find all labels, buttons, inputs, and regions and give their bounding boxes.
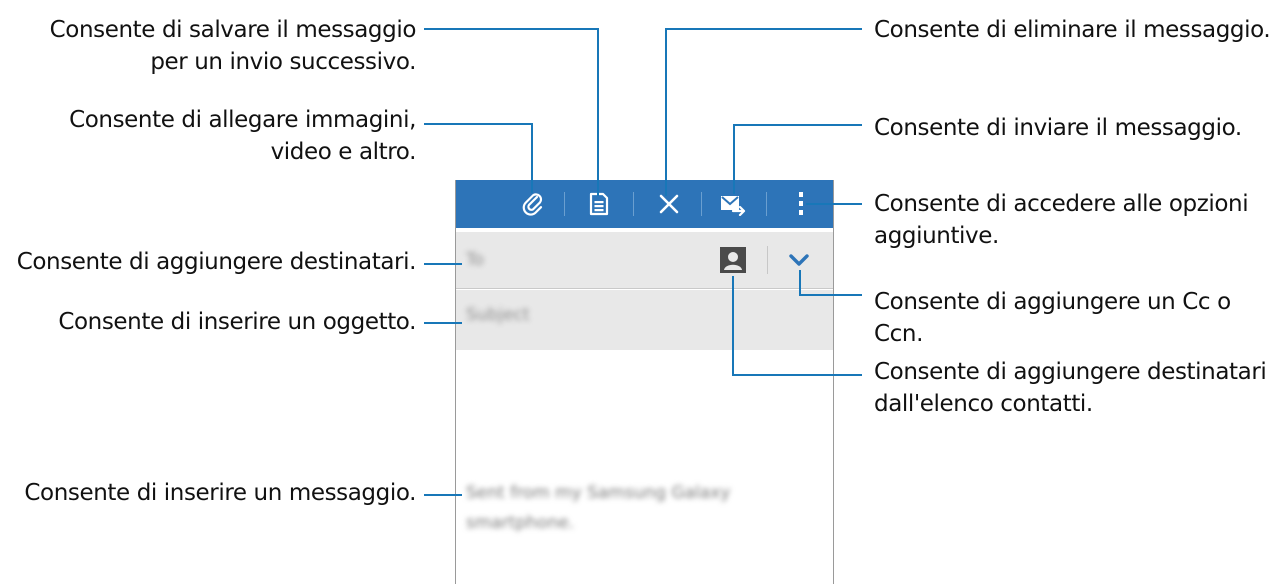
callout-options: Consente di accedere alle opzioni aggiun… [874, 188, 1249, 252]
subject-field-placeholder: Subject [466, 305, 530, 325]
email-compose-screen: To Subject Sent from my Samsung Galaxy s… [455, 180, 834, 584]
send-mail-icon [721, 196, 746, 216]
close-icon [659, 194, 679, 214]
leader-line-options [806, 203, 862, 205]
leader-line-contacts [732, 276, 734, 376]
callout-cc-line-1: Consente di aggiungere un Cc o [874, 289, 1231, 315]
leader-line-subject [424, 322, 462, 324]
action-bar-divider [564, 192, 565, 216]
leader-line-add-recipients [424, 263, 462, 265]
save-button[interactable] [576, 180, 622, 228]
leader-line-contacts [732, 374, 862, 376]
subject-field[interactable]: Subject [456, 290, 833, 350]
leader-line-delete [665, 28, 862, 30]
leader-line-attach [531, 123, 533, 193]
leader-line-save [424, 28, 599, 30]
callout-save-line-2: per un invio successivo. [150, 49, 416, 75]
callout-add-recipients: Consente di aggiungere destinatari. [16, 249, 417, 275]
callout-cc: Consente di aggiungere un Cc o Ccn. [874, 286, 1231, 350]
action-bar-divider [633, 192, 634, 216]
contact-icon [720, 247, 746, 273]
chevron-down-icon [789, 254, 809, 266]
more-options-icon [799, 192, 803, 215]
callout-attach-line-2: video e altro. [270, 139, 417, 165]
contacts-button[interactable] [718, 245, 748, 275]
message-body[interactable]: Sent from my Samsung Galaxy smartphone. [456, 350, 833, 584]
attach-button[interactable] [510, 180, 556, 228]
action-bar-divider [701, 192, 702, 216]
callout-contacts: Consente di aggiungere destinatari dall'… [874, 356, 1267, 420]
callout-options-line-2: aggiuntive. [874, 223, 999, 249]
callout-contacts-line-2: dall'elenco contatti. [874, 391, 1093, 417]
callout-attach: Consente di allegare immagini, video e a… [69, 104, 416, 168]
callout-delete: Consente di eliminare il messaggio. [874, 17, 1271, 43]
leader-line-message [424, 494, 462, 496]
callout-attach-line-1: Consente di allegare immagini, [69, 107, 416, 133]
action-bar-divider [766, 192, 767, 216]
message-signature: Sent from my Samsung Galaxy smartphone. [466, 483, 731, 533]
leader-line-save [597, 28, 599, 196]
callout-message: Consente di inserire un messaggio. [24, 480, 416, 506]
leader-line-attach [424, 123, 533, 125]
callout-subject: Consente di inserire un oggetto. [58, 309, 416, 335]
to-field[interactable]: To [456, 232, 833, 289]
leader-line-send [733, 124, 735, 194]
delete-button[interactable] [646, 180, 692, 228]
callout-options-line-1: Consente di accedere alle opzioni [874, 191, 1249, 217]
field-divider [767, 246, 768, 274]
to-field-placeholder: To [466, 250, 484, 270]
action-bar [456, 180, 833, 228]
leader-line-send [733, 124, 862, 126]
callout-save-line-1: Consente di salvare il messaggio [49, 17, 417, 43]
callout-contacts-line-1: Consente di aggiungere destinatari [874, 359, 1267, 385]
callout-send: Consente di inviare il messaggio. [874, 115, 1242, 141]
callout-save: Consente di salvare il messaggio per un … [49, 14, 417, 78]
callout-cc-line-2: Ccn. [874, 321, 923, 347]
leader-line-cc [799, 270, 801, 296]
save-icon [589, 192, 609, 216]
leader-line-delete [665, 28, 667, 196]
leader-line-cc [799, 294, 862, 296]
paperclip-icon [522, 193, 543, 216]
